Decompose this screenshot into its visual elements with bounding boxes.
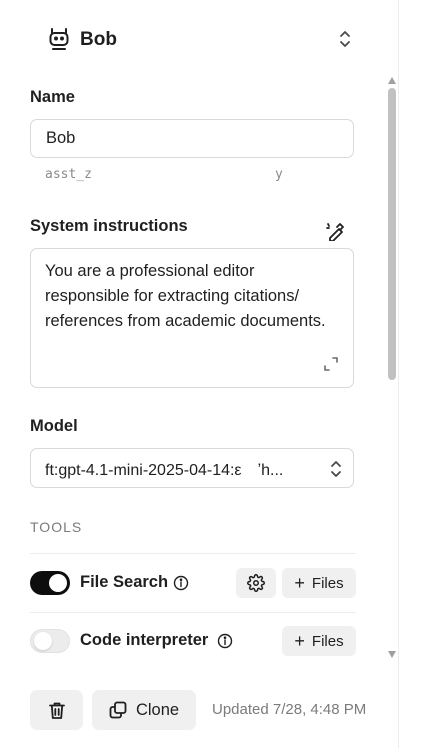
info-icon[interactable] <box>217 633 233 649</box>
name-input-value: Bob <box>46 129 76 147</box>
copy-icon <box>109 701 127 719</box>
updated-timestamp: Updated 7/28, 4:48 PM <box>212 701 367 718</box>
gear-icon <box>247 574 265 592</box>
system-instructions-text: You are a professional editor responsibl… <box>45 262 326 330</box>
assistant-name: Bob <box>80 29 117 50</box>
bot-icon <box>49 28 69 50</box>
scroll-up-arrow[interactable] <box>388 77 396 84</box>
scroll-down-arrow[interactable] <box>388 651 396 658</box>
model-select-value: ft:gpt-4.1-mini-2025-04-14:ε ʼh... <box>45 462 284 479</box>
clone-label: Clone <box>135 700 180 719</box>
chevron-updown-icon <box>331 461 341 477</box>
system-instructions-textarea[interactable]: You are a professional editor responsibl… <box>30 248 354 388</box>
tool-row-code-interpreter: Code interpreter + Files <box>30 621 356 661</box>
tool-row-file-search: File Search + Files <box>30 563 356 603</box>
wand-icon[interactable] <box>325 221 347 241</box>
file-search-label: File Search <box>80 573 169 591</box>
assistant-id: asst_z <box>45 167 92 182</box>
file-search-settings-button[interactable] <box>236 568 276 598</box>
assistant-id-suffix: y <box>275 167 283 182</box>
divider <box>30 553 356 554</box>
clone-button[interactable]: Clone <box>92 690 196 730</box>
model-select[interactable]: ft:gpt-4.1-mini-2025-04-14:ε ʼh... <box>30 448 354 488</box>
file-search-toggle[interactable] <box>30 571 70 595</box>
code-interpreter-toggle[interactable] <box>30 629 70 653</box>
code-interpreter-label: Code interpreter <box>80 631 209 649</box>
system-instructions-label: System instructions <box>30 217 188 235</box>
toggle-knob <box>49 574 67 592</box>
chevron-updown-icon <box>340 31 350 47</box>
plus-icon: + <box>294 573 305 593</box>
name-label: Name <box>30 88 75 106</box>
scrollbar-thumb[interactable] <box>388 88 396 380</box>
expand-icon[interactable] <box>324 357 338 371</box>
trash-icon <box>48 702 65 719</box>
info-icon[interactable] <box>173 575 189 591</box>
toggle-knob <box>34 632 52 650</box>
assistant-selector[interactable]: Bob <box>30 18 356 60</box>
file-search-add-files-button[interactable]: + Files <box>282 568 356 598</box>
divider <box>30 612 356 613</box>
name-input[interactable]: Bob <box>30 119 354 158</box>
panel-border <box>398 0 399 748</box>
add-files-label: Files <box>311 632 344 650</box>
tools-header: TOOLS <box>30 519 83 535</box>
delete-button[interactable] <box>30 690 83 730</box>
plus-icon: + <box>294 631 305 651</box>
add-files-label: Files <box>311 574 344 592</box>
code-interpreter-add-files-button[interactable]: + Files <box>282 626 356 656</box>
model-label: Model <box>30 417 78 435</box>
